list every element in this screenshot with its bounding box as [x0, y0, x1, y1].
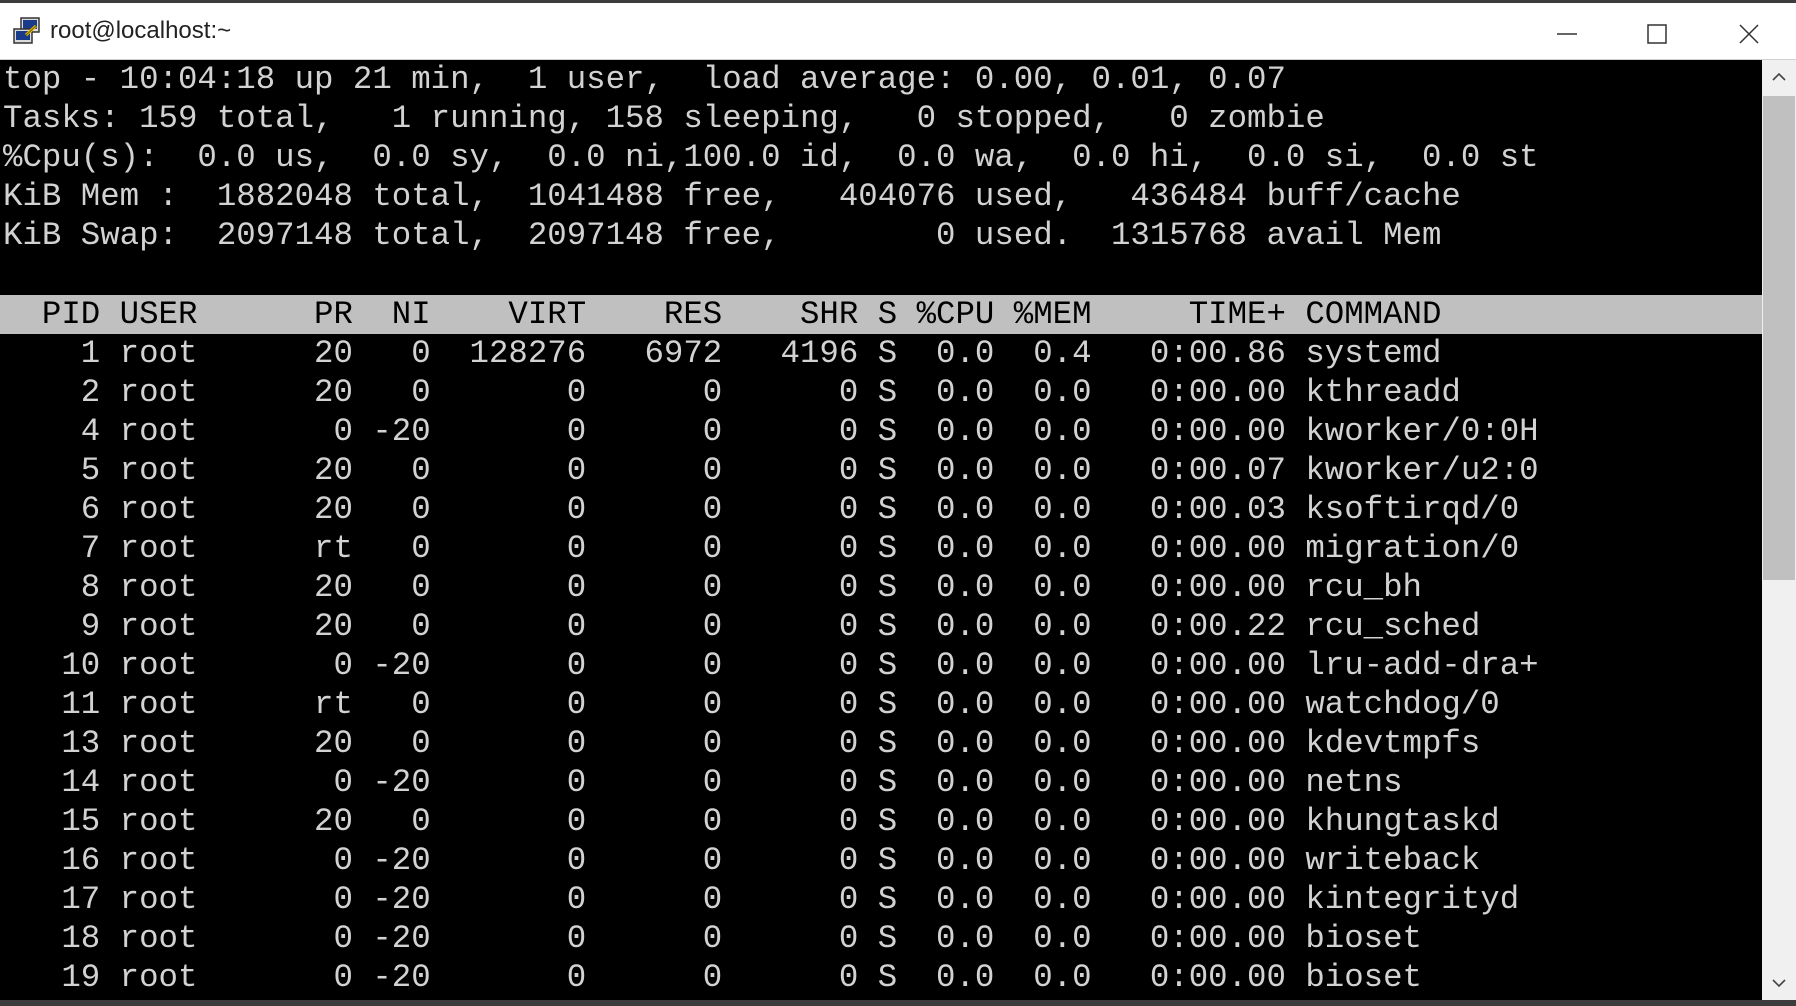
- process-row: 11 root rt 0 0 0 0 S 0.0 0.0 0:00.00 wat…: [3, 686, 1500, 723]
- minimize-icon: [1557, 33, 1577, 35]
- process-row: 16 root 0 -20 0 0 0 S 0.0 0.0 0:00.00 wr…: [3, 842, 1481, 879]
- process-row: 9 root 20 0 0 0 0 S 0.0 0.0 0:00.22 rcu_…: [3, 608, 1481, 645]
- process-row: 18 root 0 -20 0 0 0 S 0.0 0.0 0:00.00 bi…: [3, 920, 1422, 957]
- summary-cpu-line: %Cpu(s): 0.0 us, 0.0 sy, 0.0 ni,100.0 id…: [3, 139, 1539, 176]
- window-title: root@localhost:~: [50, 17, 232, 44]
- summary-uptime-line: top - 10:04:18 up 21 min, 1 user, load a…: [3, 61, 1286, 98]
- close-button[interactable]: [1704, 6, 1794, 62]
- process-row: 8 root 20 0 0 0 0 S 0.0 0.0 0:00.00 rcu_…: [3, 569, 1422, 606]
- process-row: 14 root 0 -20 0 0 0 S 0.0 0.0 0:00.00 ne…: [3, 764, 1403, 801]
- summary-tasks-line: Tasks: 159 total, 1 running, 158 sleepin…: [3, 100, 1325, 137]
- putty-terminal-icon[interactable]: [12, 17, 42, 47]
- process-table-header: PID USER PR NI VIRT RES SHR S %CPU %MEM …: [3, 296, 1442, 333]
- process-row: 10 root 0 -20 0 0 0 S 0.0 0.0 0:00.00 lr…: [3, 647, 1539, 684]
- process-row: 5 root 20 0 0 0 0 S 0.0 0.0 0:00.07 kwor…: [3, 452, 1539, 489]
- maximize-button[interactable]: [1612, 6, 1702, 62]
- chevron-down-icon: [1772, 979, 1786, 988]
- terminal-window: root@localhost:~ top - 10:04:18 up 21 mi…: [0, 0, 1796, 1006]
- scrollbar-thumb[interactable]: [1763, 96, 1795, 580]
- process-row: 13 root 20 0 0 0 0 S 0.0 0.0 0:00.00 kde…: [3, 725, 1481, 762]
- process-row: 1 root 20 0 128276 6972 4196 S 0.0 0.4 0…: [3, 335, 1442, 372]
- process-row: 17 root 0 -20 0 0 0 S 0.0 0.0 0:00.00 ki…: [3, 881, 1520, 918]
- process-row: 7 root rt 0 0 0 0 S 0.0 0.0 0:00.00 migr…: [3, 530, 1520, 567]
- process-row: 4 root 0 -20 0 0 0 S 0.0 0.0 0:00.00 kwo…: [3, 413, 1539, 450]
- terminal-screen[interactable]: top - 10:04:18 up 21 min, 1 user, load a…: [0, 60, 1762, 1000]
- process-row: 6 root 20 0 0 0 0 S 0.0 0.0 0:00.03 ksof…: [3, 491, 1520, 528]
- scroll-down-button[interactable]: [1762, 966, 1796, 1000]
- process-row: 2 root 20 0 0 0 0 S 0.0 0.0 0:00.00 kthr…: [3, 374, 1461, 411]
- scroll-up-button[interactable]: [1762, 60, 1796, 94]
- process-row: 19 root 0 -20 0 0 0 S 0.0 0.0 0:00.00 bi…: [3, 959, 1422, 996]
- maximize-icon: [1647, 24, 1667, 44]
- vertical-scrollbar[interactable]: [1762, 60, 1796, 1000]
- minimize-button[interactable]: [1522, 6, 1612, 62]
- close-icon: [1739, 24, 1759, 44]
- title-bar[interactable]: root@localhost:~: [0, 3, 1796, 60]
- process-row: 15 root 20 0 0 0 0 S 0.0 0.0 0:00.00 khu…: [3, 803, 1500, 840]
- chevron-up-icon: [1772, 72, 1786, 81]
- window-bottom-border: [0, 1000, 1796, 1006]
- summary-mem-line: KiB Mem : 1882048 total, 1041488 free, 4…: [3, 178, 1461, 215]
- summary-swap-line: KiB Swap: 2097148 total, 2097148 free, 0…: [3, 217, 1442, 254]
